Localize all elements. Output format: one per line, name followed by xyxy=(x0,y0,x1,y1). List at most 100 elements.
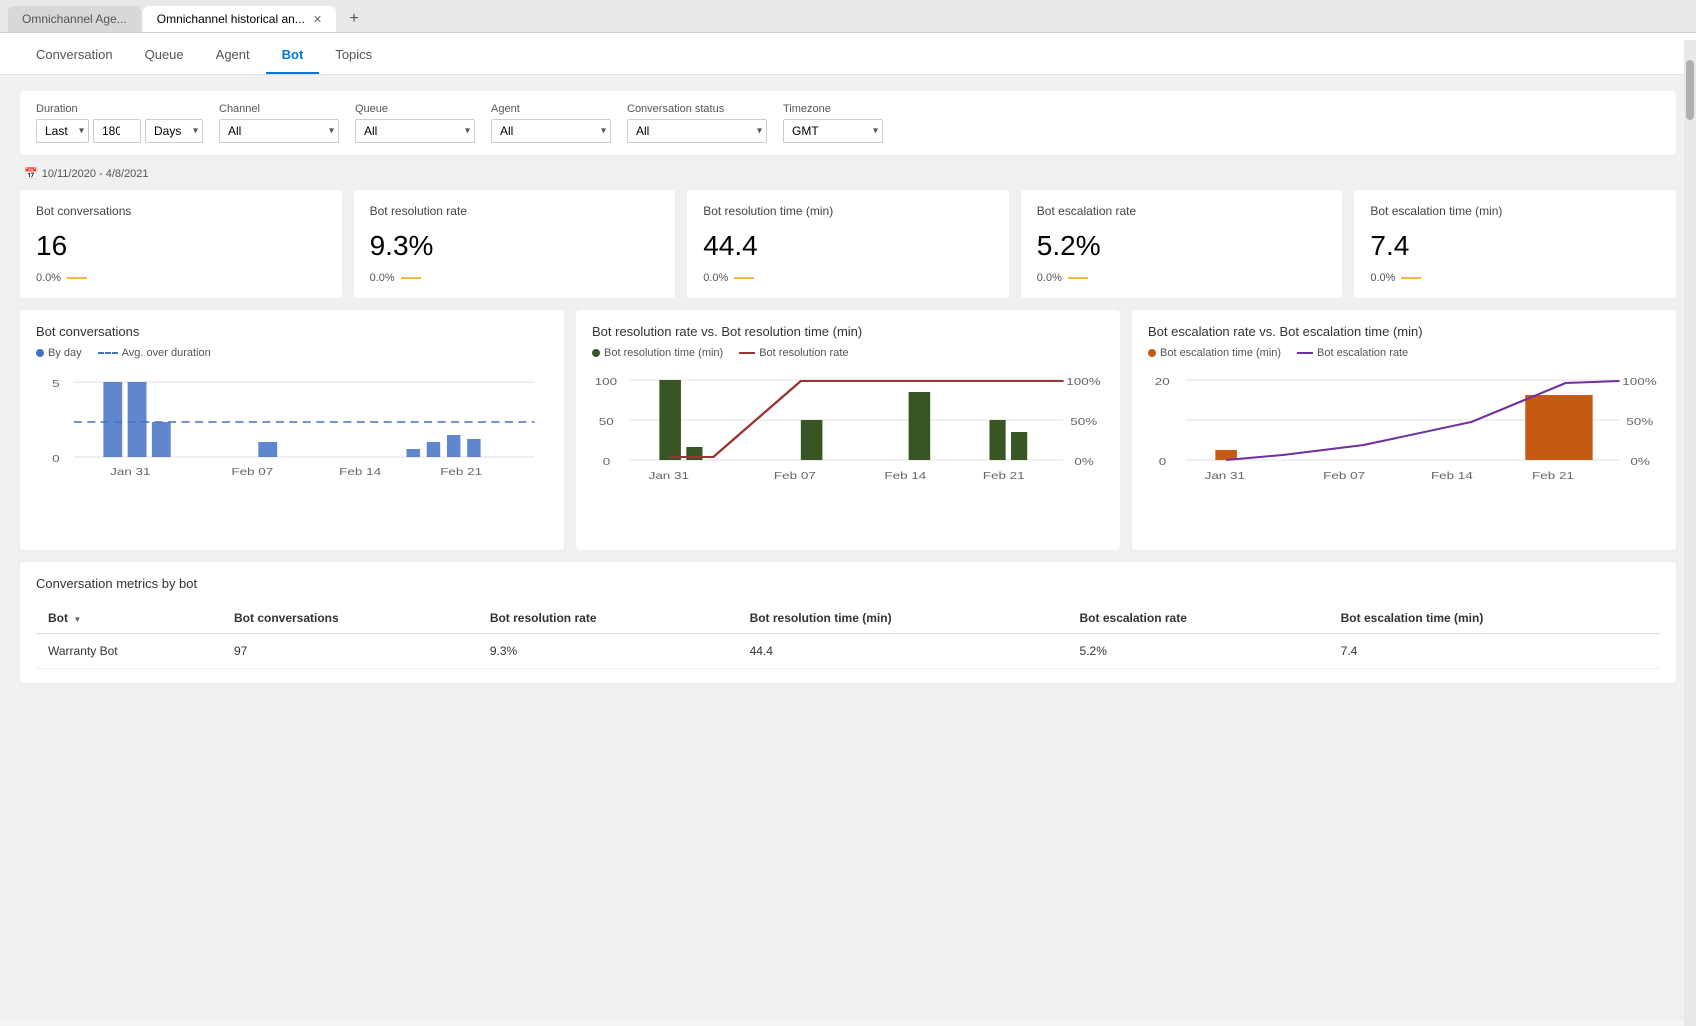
chart-escalation-legend: Bot escalation time (min) Bot escalation… xyxy=(1148,347,1660,359)
conv-status-filter: Conversation status All xyxy=(627,103,767,143)
row-resolution-time: 44.4 xyxy=(738,634,1068,669)
conv-status-select[interactable]: All xyxy=(627,119,767,143)
calendar-icon: 📅 xyxy=(24,167,38,180)
kpi-escalation-time-title: Bot escalation time (min) xyxy=(1370,204,1660,218)
queue-select[interactable]: All xyxy=(355,119,475,143)
duration-label: Duration xyxy=(36,103,203,115)
filter-bar: Duration Last Days Channel All xyxy=(20,91,1676,155)
svg-text:Jan 31: Jan 31 xyxy=(1205,470,1246,482)
new-tab-button[interactable]: + xyxy=(342,7,366,31)
browser-tab-bar: Omnichannel Age... Omnichannel historica… xyxy=(0,0,1696,33)
legend-escalation-rate: Bot escalation rate xyxy=(1297,347,1408,359)
nav-bot[interactable]: Bot xyxy=(266,33,320,74)
col-bot: Bot ▼ xyxy=(36,603,222,634)
legend-res-time-label: Bot resolution time (min) xyxy=(604,347,723,359)
nav-conversation[interactable]: Conversation xyxy=(20,33,129,74)
timezone-select[interactable]: GMT xyxy=(783,119,883,143)
table-header-row: Bot ▼ Bot conversations Bot resolution r… xyxy=(36,603,1660,634)
agent-label: Agent xyxy=(491,103,611,115)
date-range-text: 10/11/2020 - 4/8/2021 xyxy=(42,168,149,180)
legend-escalation-time: Bot escalation time (min) xyxy=(1148,347,1281,359)
nav-queue[interactable]: Queue xyxy=(129,33,200,74)
tab-close-icon[interactable]: ✕ xyxy=(313,13,322,26)
svg-text:Feb 14: Feb 14 xyxy=(1431,470,1473,482)
date-range-display: 📅 10/11/2020 - 4/8/2021 xyxy=(24,167,1676,180)
svg-text:Feb 07: Feb 07 xyxy=(1323,470,1365,482)
svg-text:Feb 21: Feb 21 xyxy=(1532,470,1574,482)
sort-icon[interactable]: ▼ xyxy=(73,615,81,624)
duration-value-input[interactable] xyxy=(93,119,141,143)
svg-text:Jan 31: Jan 31 xyxy=(110,466,151,478)
channel-select[interactable]: All xyxy=(219,119,339,143)
nav-agent[interactable]: Agent xyxy=(200,33,266,74)
svg-text:Feb 14: Feb 14 xyxy=(884,470,926,482)
tab-omnichannel-agent[interactable]: Omnichannel Age... xyxy=(8,6,141,32)
col-resolution-time: Bot resolution time (min) xyxy=(738,603,1068,634)
kpi-resolution-rate-change: 0.0% xyxy=(370,272,660,284)
duration-last-select[interactable]: Last xyxy=(36,119,89,143)
svg-text:0: 0 xyxy=(603,456,611,468)
chart-resolution-legend: Bot resolution time (min) Bot resolution… xyxy=(592,347,1104,359)
svg-text:Feb 21: Feb 21 xyxy=(983,470,1025,482)
timezone-label: Timezone xyxy=(783,103,883,115)
agent-select[interactable]: All xyxy=(491,119,611,143)
kpi-bot-conversations-title: Bot conversations xyxy=(36,204,326,218)
scrollbar[interactable] xyxy=(1684,40,1696,1026)
legend-resolution-time: Bot resolution time (min) xyxy=(592,347,723,359)
legend-by-day-dot xyxy=(36,349,44,357)
duration-filter: Duration Last Days xyxy=(36,103,203,143)
kpi-trend-line xyxy=(1068,277,1088,279)
svg-text:Feb 07: Feb 07 xyxy=(774,470,816,482)
table-row: Warranty Bot 97 9.3% 44.4 5.2% 7.4 xyxy=(36,634,1660,669)
svg-text:Feb 21: Feb 21 xyxy=(440,466,482,478)
svg-text:100%: 100% xyxy=(1066,376,1101,388)
legend-esc-rate-line xyxy=(1297,352,1313,354)
chart-escalation: Bot escalation rate vs. Bot escalation t… xyxy=(1132,310,1676,550)
channel-filter: Channel All xyxy=(219,103,339,143)
kpi-bot-resolution-time: Bot resolution time (min) 44.4 0.0% xyxy=(687,190,1009,298)
svg-text:Feb 07: Feb 07 xyxy=(231,466,273,478)
tab-omnichannel-historical[interactable]: Omnichannel historical an... ✕ xyxy=(143,6,336,32)
legend-esc-time-dot xyxy=(1148,349,1156,357)
legend-avg-line xyxy=(98,352,118,354)
legend-esc-rate-label: Bot escalation rate xyxy=(1317,347,1408,359)
svg-text:50%: 50% xyxy=(1626,416,1653,428)
metrics-table: Bot ▼ Bot conversations Bot resolution r… xyxy=(36,603,1660,669)
kpi-trend-line xyxy=(67,277,87,279)
nav-topics[interactable]: Topics xyxy=(319,33,388,74)
main-content: Duration Last Days Channel All xyxy=(0,75,1696,1021)
legend-res-time-dot xyxy=(592,349,600,357)
kpi-resolution-time-title: Bot resolution time (min) xyxy=(703,204,993,218)
kpi-escalation-time-value: 7.4 xyxy=(1370,230,1660,262)
row-escalation-rate: 5.2% xyxy=(1068,634,1329,669)
col-escalation-time: Bot escalation time (min) xyxy=(1329,603,1660,634)
legend-avg: Avg. over duration xyxy=(98,347,211,359)
tab-label-active: Omnichannel historical an... xyxy=(157,12,305,26)
kpi-resolution-time-change: 0.0% xyxy=(703,272,993,284)
agent-filter: Agent All xyxy=(491,103,611,143)
scrollbar-thumb[interactable] xyxy=(1686,60,1694,120)
legend-res-rate-line xyxy=(739,352,755,354)
escalation-chart-svg: 20 0 100% 50% 0% J xyxy=(1148,367,1660,527)
kpi-resolution-rate-value: 9.3% xyxy=(370,230,660,262)
svg-text:0%: 0% xyxy=(1074,456,1094,468)
duration-unit-select[interactable]: Days xyxy=(145,119,203,143)
bot-conv-chart-svg: 5 0 xyxy=(36,367,548,527)
svg-text:0%: 0% xyxy=(1630,456,1650,468)
svg-text:5: 5 xyxy=(52,378,60,390)
chart-bot-conv-legend: By day Avg. over duration xyxy=(36,347,548,359)
row-resolution-rate: 9.3% xyxy=(478,634,738,669)
svg-text:50%: 50% xyxy=(1070,416,1097,428)
svg-text:Jan 31: Jan 31 xyxy=(649,470,690,482)
main-navigation: Conversation Queue Agent Bot Topics xyxy=(0,33,1696,75)
legend-by-day-label: By day xyxy=(48,347,82,359)
kpi-escalation-rate-change: 0.0% xyxy=(1037,272,1327,284)
kpi-escalation-time-change: 0.0% xyxy=(1370,272,1660,284)
kpi-escalation-rate-title: Bot escalation rate xyxy=(1037,204,1327,218)
svg-text:50: 50 xyxy=(599,416,614,428)
legend-esc-time-label: Bot escalation time (min) xyxy=(1160,347,1281,359)
kpi-trend-line xyxy=(401,277,421,279)
kpi-bot-escalation-time: Bot escalation time (min) 7.4 0.0% xyxy=(1354,190,1676,298)
timezone-filter: Timezone GMT xyxy=(783,103,883,143)
svg-text:0: 0 xyxy=(1159,456,1167,468)
